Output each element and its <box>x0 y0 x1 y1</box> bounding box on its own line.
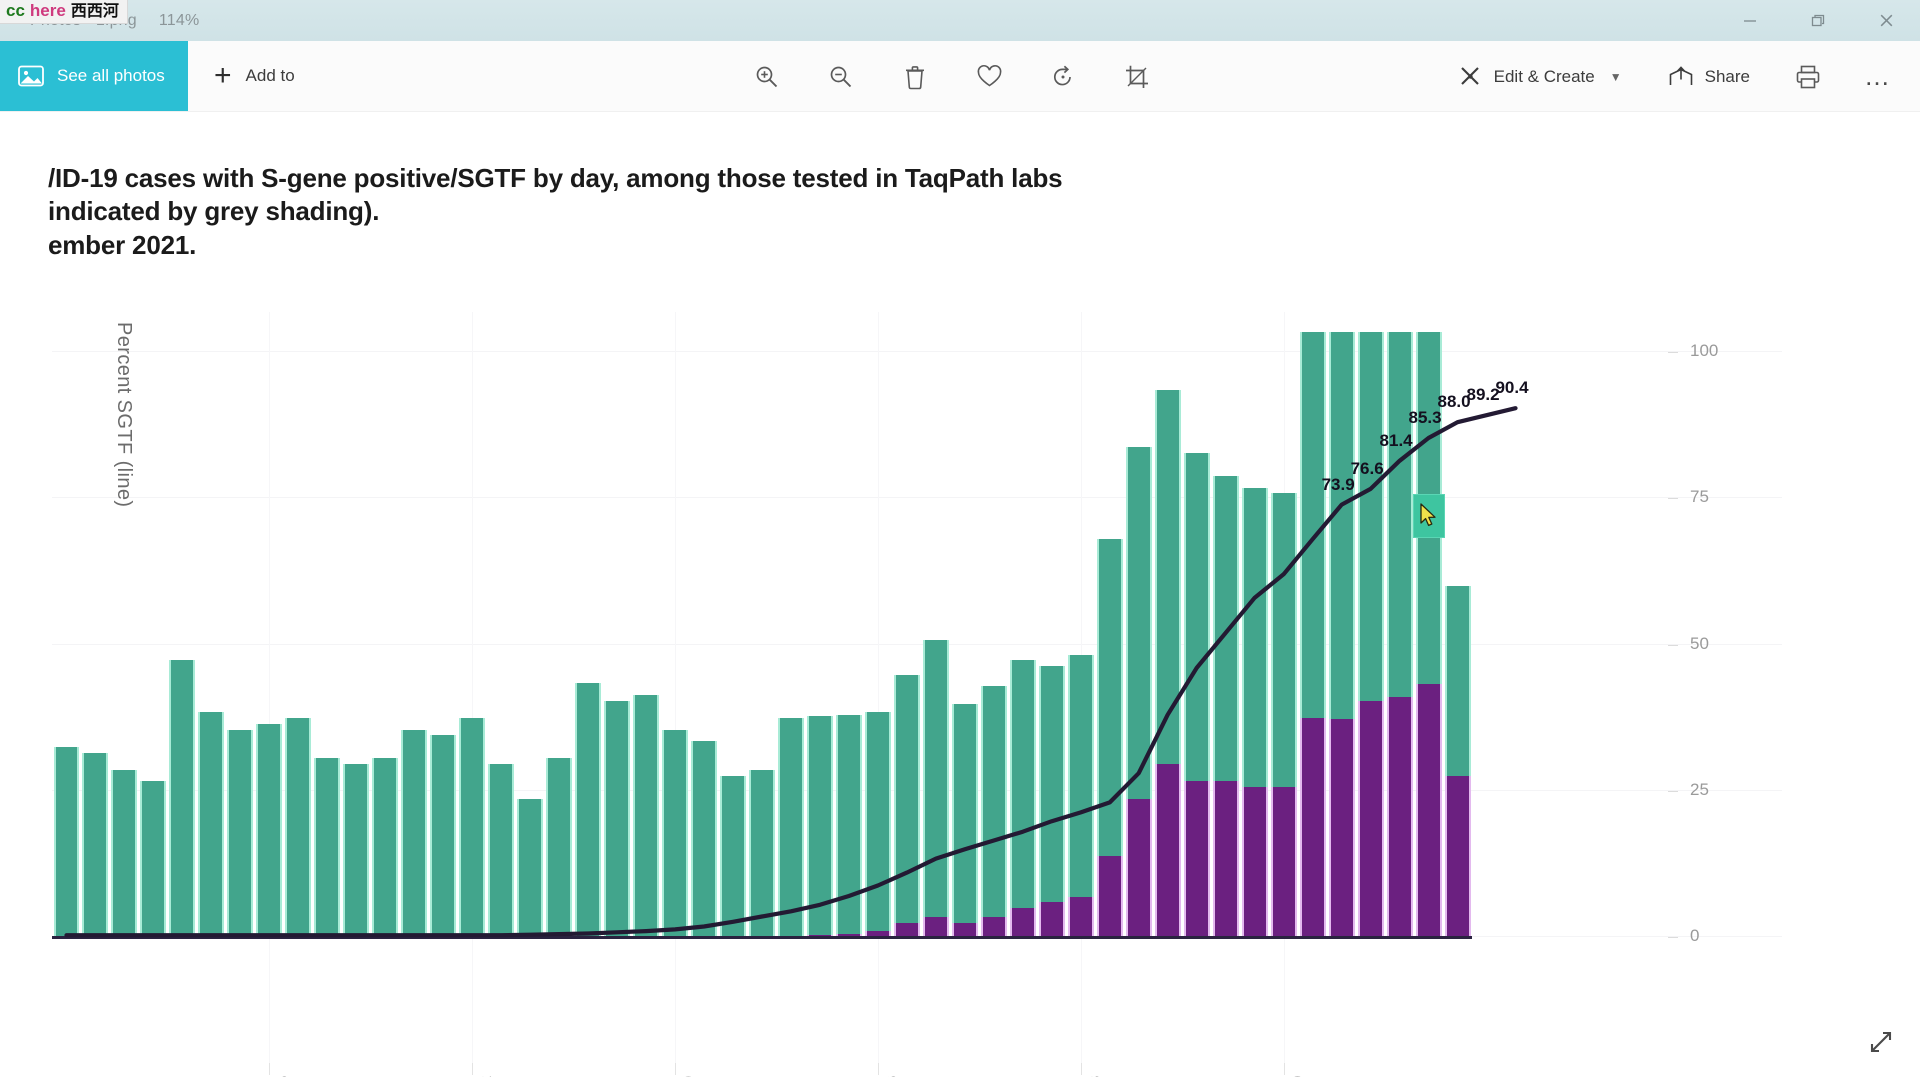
maximize-restore-button[interactable] <box>1784 0 1852 41</box>
add-to-button[interactable]: + Add to <box>188 41 321 111</box>
chevron-down-icon: ▼ <box>1609 69 1622 84</box>
zoom-in-button[interactable] <box>745 55 789 99</box>
watermark-chinese: 西西河 <box>70 3 119 20</box>
y-axis-tick-label: 75 <box>1690 487 1709 507</box>
zoom-level-indicator: 114% <box>158 11 200 29</box>
chart-y-axis-right: 0 25 50 75 100 <box>1668 312 1920 1072</box>
minimize-icon <box>1744 19 1756 22</box>
percent-sgtf-line <box>64 406 1518 938</box>
close-button[interactable] <box>1852 0 1920 41</box>
chart-title-line2: indicated by grey shading). <box>48 196 380 227</box>
x-axis-tick-mark <box>877 1063 879 1075</box>
y-axis-tick-mark <box>1668 352 1678 353</box>
chart-title-line3: ember 2021. <box>48 229 197 260</box>
chart-y-axis-title: Percent SGTF (line) <box>113 322 135 508</box>
watermark-cc: cc <box>6 1 25 20</box>
watermark-here: here <box>29 1 66 20</box>
ellipsis-icon: … <box>1864 61 1892 92</box>
edit-create-icon <box>1460 67 1479 85</box>
minimize-button[interactable] <box>1716 0 1784 41</box>
print-icon <box>1796 65 1820 88</box>
see-all-photos-label: See all photos <box>57 66 165 85</box>
chart-plot-area: 73.9 76.6 81.4 85.3 88.0 89.2 90.4 <box>52 312 1782 1072</box>
edit-and-create-label: Edit & Create <box>1493 66 1595 86</box>
zoom-out-button[interactable] <box>819 55 863 99</box>
y-axis-tick-label: 25 <box>1690 779 1709 799</box>
close-icon <box>1880 14 1892 27</box>
y-axis-tick-label: 0 <box>1690 926 1700 945</box>
line-point-label: 90.4 <box>1495 378 1529 398</box>
share-label: Share <box>1704 66 1750 86</box>
x-axis-tick-mark <box>1283 1063 1285 1075</box>
image-viewer-pane[interactable]: /ID-19 cases with S-gene positive/SGTF b… <box>0 112 1920 1077</box>
photos-toolbar: See all photos + Add to Edit & Create ▼ … <box>0 41 1920 112</box>
crop-icon <box>1126 65 1148 88</box>
y-axis-tick-mark <box>1668 498 1678 500</box>
line-point-label: 76.6 <box>1350 458 1384 478</box>
delete-icon <box>906 65 924 89</box>
zoom-out-icon <box>830 66 852 87</box>
photos-gallery-icon <box>18 65 44 87</box>
x-axis-tick-mark <box>472 1063 474 1075</box>
chart-title: /ID-19 cases with S-gene positive/SGTF b… <box>48 162 1548 262</box>
toolbar-center-group <box>745 41 1159 112</box>
mouse-cursor-icon <box>1419 503 1436 526</box>
x-axis-tick-mark <box>269 1063 271 1075</box>
chart-title-line1: /ID-19 cases with S-gene positive/SGTF b… <box>48 163 1063 193</box>
y-axis-tick-label: 100 <box>1690 341 1719 360</box>
print-button[interactable] <box>1786 55 1830 99</box>
plus-icon: + <box>214 59 232 92</box>
y-axis-tick-mark <box>1668 790 1678 792</box>
add-to-label: Add to <box>245 66 295 85</box>
share-icon <box>1669 65 1692 85</box>
rotate-button[interactable] <box>1041 55 1085 99</box>
x-axis-tick-mark <box>1080 1063 1082 1075</box>
heart-icon <box>977 64 1001 87</box>
y-axis-tick-mark <box>1668 644 1678 646</box>
edit-and-create-button[interactable]: Edit & Create ▼ <box>1448 55 1632 99</box>
crop-button[interactable] <box>1115 55 1159 99</box>
window-controls <box>1716 0 1920 41</box>
window-titlebar: Photos - 1.png 114% <box>0 0 1920 41</box>
expand-diagonal-icon <box>1870 1031 1892 1053</box>
line-point-label: 81.4 <box>1379 430 1413 450</box>
favorite-button[interactable] <box>967 55 1011 99</box>
restore-icon <box>1811 14 1825 26</box>
hovered-bar-highlight[interactable] <box>1412 493 1445 538</box>
zoom-in-icon <box>756 66 778 87</box>
site-watermark: cc here 西西河 <box>0 0 128 24</box>
more-options-button[interactable]: … <box>1856 55 1900 99</box>
see-all-photos-button[interactable]: See all photos <box>0 41 188 111</box>
x-axis-tick-mark <box>675 1063 677 1075</box>
photos-app-window: Photos - 1.png 114% <box>0 0 1920 1077</box>
share-button[interactable]: Share <box>1658 55 1760 99</box>
fullscreen-resize-button[interactable] <box>1864 1025 1898 1059</box>
y-axis-tick-label: 50 <box>1690 633 1709 653</box>
toolbar-right-group: Edit & Create ▼ Share … <box>1448 41 1900 112</box>
rotate-icon <box>1054 65 1071 85</box>
y-axis-tick-mark <box>1668 937 1678 938</box>
delete-button[interactable] <box>893 55 937 99</box>
